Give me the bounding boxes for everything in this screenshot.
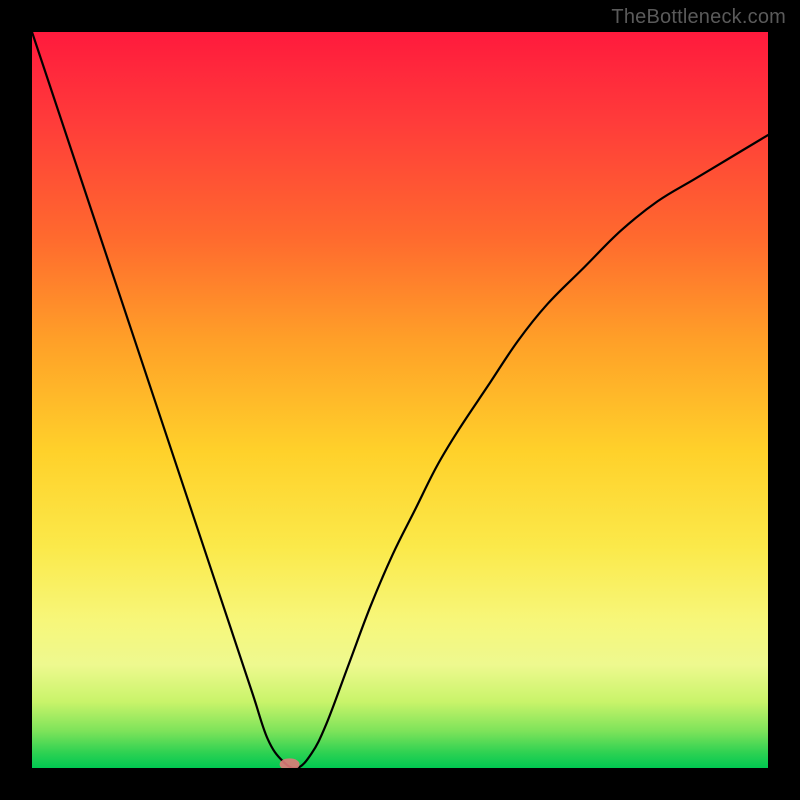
- plot-area: [32, 32, 768, 768]
- chart-frame: TheBottleneck.com: [0, 0, 800, 800]
- chart-svg: [32, 32, 768, 768]
- bottleneck-curve: [32, 32, 768, 768]
- watermark-label: TheBottleneck.com: [611, 6, 786, 29]
- chart-curve-group: [32, 32, 768, 768]
